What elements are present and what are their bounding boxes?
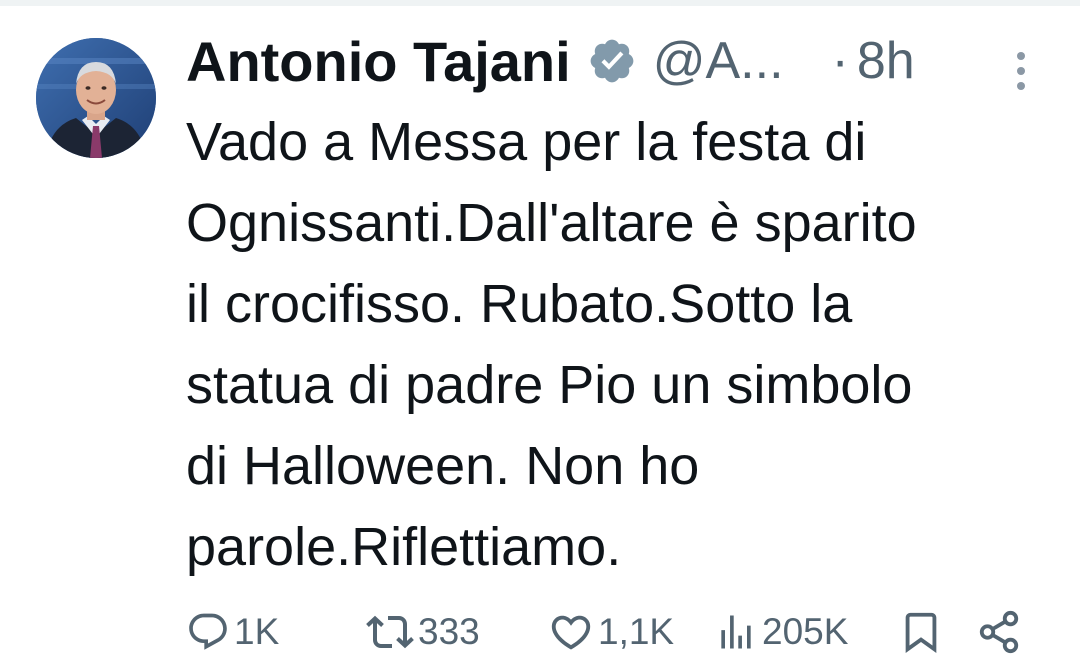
tweet-time[interactable]: 8h	[857, 31, 915, 91]
verified-badge-icon	[587, 36, 637, 86]
tweet-text: Vado a Messa per la festa di Ognissanti.…	[186, 112, 917, 577]
views-button[interactable]: 205K	[714, 604, 848, 660]
header-separator: ·	[831, 32, 849, 90]
views-count: 205K	[762, 611, 849, 652]
retweet-count: 333	[418, 611, 480, 652]
reply-icon	[186, 610, 230, 654]
like-icon	[548, 609, 594, 655]
retweet-button[interactable]: 333	[366, 604, 480, 660]
bookmark-button[interactable]	[898, 604, 944, 660]
like-button[interactable]: 1,1K	[548, 604, 674, 660]
views-icon	[714, 610, 758, 654]
share-button[interactable]	[976, 604, 1022, 660]
reply-button[interactable]: 1K	[186, 604, 279, 660]
reply-count: 1K	[234, 611, 280, 652]
display-name[interactable]: Antonio Tajani	[186, 29, 571, 94]
bookmark-icon	[898, 609, 944, 655]
like-count: 1,1K	[598, 611, 675, 652]
share-icon	[976, 609, 1022, 655]
more-icon[interactable]	[1006, 46, 1036, 96]
tweet[interactable]: Antonio Tajani @A... · 8h Vado a Messa p…	[0, 6, 1080, 655]
tweet-header: Antonio Tajani @A... · 8h	[186, 26, 915, 96]
user-handle[interactable]: @A...	[653, 31, 784, 91]
retweet-icon	[366, 608, 414, 656]
avatar[interactable]	[36, 38, 156, 158]
action-bar: 1K 333 1,1K 205K	[186, 604, 1046, 660]
